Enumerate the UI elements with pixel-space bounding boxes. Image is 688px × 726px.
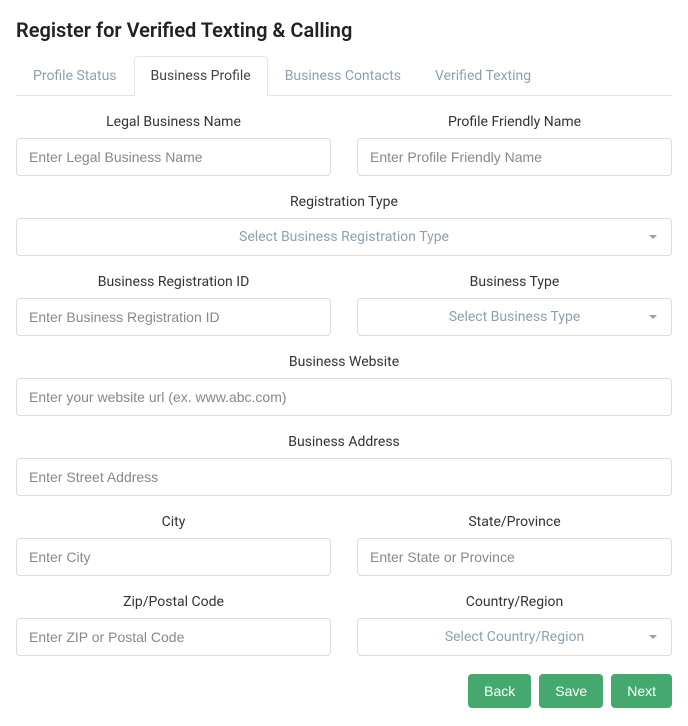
label-business-type: Business Type (470, 274, 560, 290)
business-website-input[interactable] (16, 378, 672, 416)
business-type-select[interactable]: Select Business Type (357, 298, 672, 336)
business-address-input[interactable] (16, 458, 672, 496)
label-business-website: Business Website (289, 354, 399, 370)
legal-business-name-input[interactable] (16, 138, 331, 176)
business-registration-id-input[interactable] (16, 298, 331, 336)
label-business-registration-id: Business Registration ID (98, 274, 250, 290)
tab-profile-status[interactable]: Profile Status (16, 56, 134, 96)
tab-business-contacts[interactable]: Business Contacts (268, 56, 418, 96)
label-registration-type: Registration Type (290, 194, 398, 210)
city-input[interactable] (16, 538, 331, 576)
profile-friendly-name-input[interactable] (357, 138, 672, 176)
save-button[interactable]: Save (539, 674, 603, 708)
registration-type-select[interactable]: Select Business Registration Type (16, 218, 672, 256)
label-state-province: State/Province (468, 514, 560, 530)
label-legal-business-name: Legal Business Name (106, 114, 241, 130)
action-bar: Back Save Next (16, 674, 672, 708)
country-region-select[interactable]: Select Country/Region (357, 618, 672, 656)
label-zip-postal: Zip/Postal Code (123, 594, 224, 610)
chevron-down-icon (649, 635, 657, 639)
state-province-input[interactable] (357, 538, 672, 576)
page-title: Register for Verified Texting & Calling (16, 18, 672, 42)
back-button[interactable]: Back (468, 674, 531, 708)
registration-type-placeholder: Select Business Registration Type (239, 229, 449, 245)
label-profile-friendly-name: Profile Friendly Name (448, 114, 581, 130)
tabs: Profile Status Business Profile Business… (16, 56, 672, 96)
tab-verified-texting[interactable]: Verified Texting (418, 56, 548, 96)
label-country-region: Country/Region (466, 594, 563, 610)
next-button[interactable]: Next (611, 674, 672, 708)
business-type-placeholder: Select Business Type (449, 309, 581, 325)
country-region-placeholder: Select Country/Region (445, 629, 584, 645)
label-city: City (162, 514, 186, 530)
zip-postal-input[interactable] (16, 618, 331, 656)
chevron-down-icon (649, 235, 657, 239)
chevron-down-icon (649, 315, 657, 319)
label-business-address: Business Address (288, 434, 400, 450)
tab-business-profile[interactable]: Business Profile (134, 56, 268, 96)
